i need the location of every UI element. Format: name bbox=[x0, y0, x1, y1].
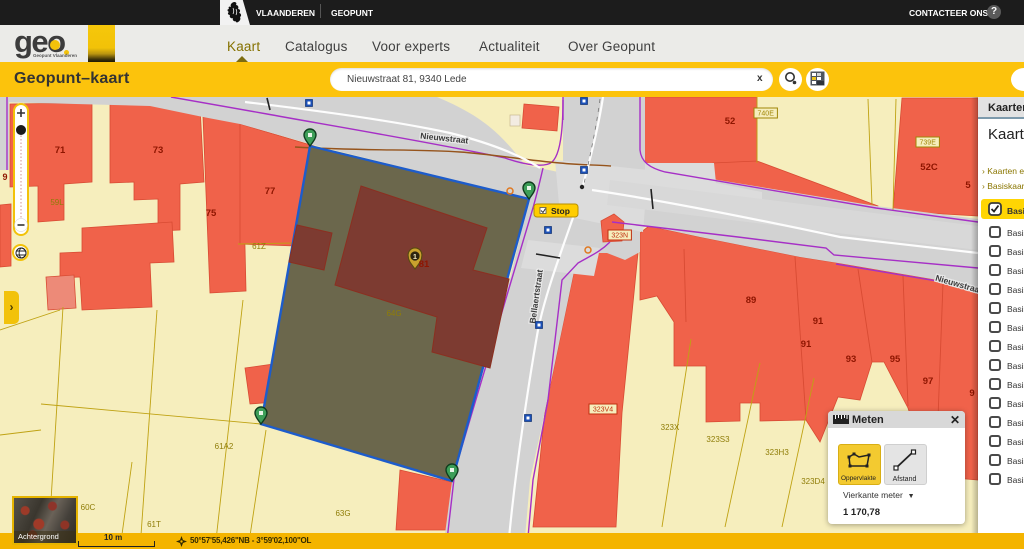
svg-text:89: 89 bbox=[746, 295, 757, 306]
svg-text:323H3: 323H3 bbox=[765, 448, 789, 457]
svg-text:1: 1 bbox=[413, 252, 417, 261]
svg-text:73: 73 bbox=[153, 145, 164, 156]
svg-text:739E: 739E bbox=[920, 140, 937, 147]
svg-text:75: 75 bbox=[206, 208, 217, 219]
svg-text:59L: 59L bbox=[50, 198, 64, 207]
svg-text:64G: 64G bbox=[386, 309, 401, 318]
svg-text:97: 97 bbox=[923, 376, 934, 387]
svg-text:81: 81 bbox=[419, 259, 430, 270]
svg-text:91: 91 bbox=[813, 316, 824, 327]
svg-text:323X: 323X bbox=[661, 423, 680, 432]
svg-text:91: 91 bbox=[801, 339, 812, 350]
svg-text:95: 95 bbox=[890, 354, 901, 365]
svg-text:323V4: 323V4 bbox=[593, 407, 613, 414]
svg-text:63G: 63G bbox=[335, 509, 350, 518]
svg-text:93: 93 bbox=[846, 354, 857, 365]
svg-text:71: 71 bbox=[55, 145, 66, 156]
svg-text:61T: 61T bbox=[147, 520, 161, 529]
svg-text:9: 9 bbox=[2, 172, 7, 182]
svg-text:740E: 740E bbox=[758, 111, 775, 118]
svg-text:77: 77 bbox=[265, 186, 276, 197]
svg-text:61A2: 61A2 bbox=[215, 442, 234, 451]
svg-text:323S3: 323S3 bbox=[706, 435, 730, 444]
svg-text:323N: 323N bbox=[611, 233, 628, 240]
svg-text:52: 52 bbox=[725, 116, 736, 127]
svg-text:60C: 60C bbox=[81, 503, 96, 512]
svg-text:323D4: 323D4 bbox=[801, 477, 825, 486]
svg-text:Stop: Stop bbox=[551, 206, 570, 216]
svg-text:61Z: 61Z bbox=[252, 242, 266, 251]
svg-text:52C: 52C bbox=[920, 162, 938, 173]
